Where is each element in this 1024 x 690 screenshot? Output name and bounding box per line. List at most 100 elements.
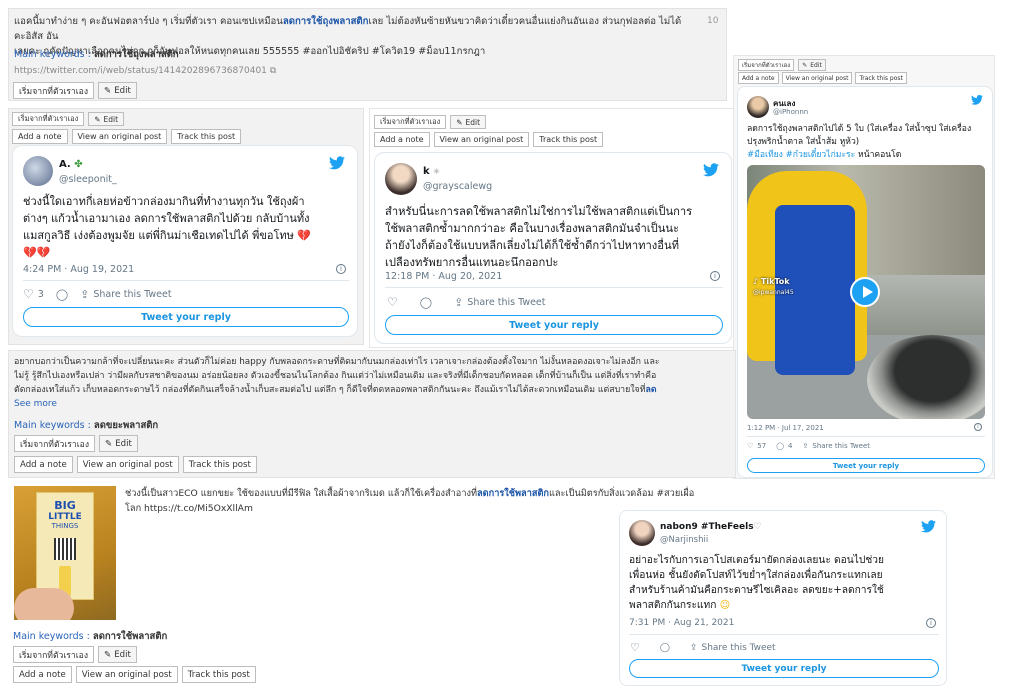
post-url-text[interactable]: https://twitter.com/i/web/status/1414202… xyxy=(14,66,267,76)
share-label[interactable]: Share this Tweet xyxy=(812,442,870,450)
tweet-username[interactable]: k ✳ xyxy=(423,166,440,177)
share-action[interactable]: ⇪ Share this Tweet xyxy=(454,296,545,309)
product-qr xyxy=(54,538,76,560)
track-post-button[interactable]: Track this post xyxy=(181,666,256,683)
track-post-button[interactable]: Track this post xyxy=(855,72,907,84)
username-text[interactable]: A. xyxy=(59,159,71,170)
view-original-button[interactable]: View an original post xyxy=(433,132,530,147)
track-post-button[interactable]: Track this post xyxy=(171,129,242,144)
track-post-button[interactable]: Track this post xyxy=(182,456,257,473)
username-text[interactable]: k xyxy=(423,166,430,177)
product-text: THINGS xyxy=(51,522,79,530)
tweet-reply-button[interactable]: Tweet your reply xyxy=(747,458,985,473)
info-icon[interactable]: i xyxy=(710,271,720,281)
like-action[interactable]: ♡ xyxy=(387,295,398,309)
username-text[interactable]: nabon9 xyxy=(660,522,698,532)
twitter-bird-icon[interactable] xyxy=(921,520,936,533)
play-icon[interactable] xyxy=(850,277,880,307)
source-button[interactable]: เริ่มจากที่ตัวเราเอง xyxy=(738,59,795,71)
source-button[interactable]: เริ่มจากที่ตัวเราเอง xyxy=(14,435,96,452)
view-original-button[interactable]: View an original post xyxy=(76,456,179,473)
tweet-handle[interactable]: @sleeponit_ xyxy=(59,174,117,185)
like-action[interactable]: ♡ xyxy=(630,641,640,654)
source-button[interactable]: เริ่มจากที่ตัวเราเอง xyxy=(374,115,447,129)
tweet-reply-button[interactable]: Tweet your reply xyxy=(385,315,723,335)
track-post-button[interactable]: Track this post xyxy=(533,132,604,147)
info-icon[interactable]: i xyxy=(926,618,936,628)
share-icon[interactable]: ⇪ xyxy=(803,442,809,450)
edit-button[interactable]: ✎ Edit xyxy=(98,82,137,99)
heart-icon[interactable]: ♡ xyxy=(23,287,34,301)
twitter-bird-icon[interactable] xyxy=(329,156,345,170)
tweet-date[interactable]: 12:18 PM · Aug 20, 2021 xyxy=(385,271,502,282)
add-note-button[interactable]: Add a note xyxy=(374,132,430,147)
tweet-date[interactable]: 4:24 PM · Aug 19, 2021 xyxy=(23,264,134,275)
share-label[interactable]: Share this Tweet xyxy=(702,643,776,653)
tweet-text-line: ใช้พลาสติกซ้ำมากกว่าอะ คือในบางเรื่องพลา… xyxy=(385,222,680,235)
tweet-handle[interactable]: @grayscalewg xyxy=(423,181,492,192)
share-action[interactable]: ⇪ Share this Tweet xyxy=(80,288,171,301)
view-original-button[interactable]: View an original post xyxy=(71,129,168,144)
tweet-username[interactable]: nabon9 #TheFeels♡ xyxy=(660,522,762,532)
comment-action[interactable]: ◯ xyxy=(420,296,432,309)
avatar xyxy=(629,520,655,546)
comment-icon[interactable]: ◯ xyxy=(56,288,68,301)
view-original-button[interactable]: View an original post xyxy=(75,666,178,683)
source-button[interactable]: เริ่มจากที่ตัวเราเอง xyxy=(12,112,85,126)
tweet-handle[interactable]: @Narjinshii xyxy=(660,535,708,545)
heart-icon[interactable]: ♡ xyxy=(387,295,398,309)
post-url[interactable]: https://twitter.com/i/web/status/1414202… xyxy=(14,66,276,76)
heart-icon[interactable]: ♡ xyxy=(630,641,640,654)
share-icon[interactable]: ⇪ xyxy=(454,296,463,309)
info-icon[interactable]: i xyxy=(336,264,346,274)
source-button[interactable]: เริ่มจากที่ตัวเราเอง xyxy=(13,646,95,663)
tweet-reply-button[interactable]: Tweet your reply xyxy=(629,659,939,678)
edit-button[interactable]: ✎ Edit xyxy=(88,112,125,126)
broken-heart-icon: 💔💔 xyxy=(23,246,51,259)
edit-button[interactable]: ✎ Edit xyxy=(450,115,487,129)
comment-action[interactable]: ◯ xyxy=(56,288,68,301)
like-action[interactable]: ♡ 3 xyxy=(23,287,44,301)
edit-button[interactable]: ✎ Edit xyxy=(798,59,826,71)
info-icon[interactable]: i xyxy=(974,423,982,431)
hashtag[interactable]: #มือเทียง xyxy=(747,150,783,160)
product-text: BIG xyxy=(54,499,76,512)
add-note-button[interactable]: Add a note xyxy=(738,72,779,84)
comment-icon[interactable]: ◯ xyxy=(776,442,784,450)
share-icon[interactable]: ⇪ xyxy=(690,643,698,653)
tweet-text: ลดการใช้ถุงพลาสติกไปได้ 5 ใบ (ใส่เครื่อง… xyxy=(747,123,987,162)
post-image[interactable]: BIG LITTLE THINGS xyxy=(14,486,116,620)
share-icon[interactable]: ⇪ xyxy=(80,288,89,301)
share-action[interactable]: ⇪ Share this Tweet xyxy=(803,442,871,450)
tweet-username[interactable]: A. ✤ xyxy=(59,159,83,170)
tweet-text-line: หน้าคอนโด xyxy=(858,150,902,160)
see-more-link[interactable]: See more xyxy=(14,399,57,409)
add-note-button[interactable]: Add a note xyxy=(13,666,72,683)
source-button[interactable]: เริ่มจากที่ตัวเราเอง xyxy=(13,82,95,99)
tweet-date[interactable]: 1:12 PM · Jul 17, 2021 xyxy=(747,424,824,432)
add-note-button[interactable]: Add a note xyxy=(12,129,68,144)
add-note-button[interactable]: Add a note xyxy=(14,456,73,473)
twitter-bird-icon[interactable] xyxy=(971,95,983,105)
hashtag[interactable]: #ก๋วยเตี๋ยวไก่มะระ xyxy=(786,150,856,160)
heart-icon[interactable]: ♡ xyxy=(747,442,753,450)
comment-action[interactable]: ◯ xyxy=(660,643,670,653)
tweet-handle[interactable]: @iPhonnn xyxy=(773,108,808,116)
view-original-button[interactable]: View an original post xyxy=(781,72,853,84)
comment-icon[interactable]: ◯ xyxy=(420,296,432,309)
tweet-date[interactable]: 7:31 PM · Aug 21, 2021 xyxy=(629,618,734,628)
like-action[interactable]: ♡ 57 xyxy=(747,442,766,450)
share-action[interactable]: ⇪ Share this Tweet xyxy=(690,643,776,653)
share-label[interactable]: Share this Tweet xyxy=(467,297,545,308)
edit-button[interactable]: ✎ Edit xyxy=(99,435,138,452)
divider xyxy=(385,287,723,288)
twitter-bird-icon[interactable] xyxy=(703,163,719,177)
edit-button[interactable]: ✎ Edit xyxy=(98,646,137,663)
tweet-video[interactable]: ♪ TikTok @ipwannal45 xyxy=(747,165,985,419)
username-tag: #TheFeels xyxy=(700,522,754,532)
comment-icon[interactable]: ◯ xyxy=(660,643,670,653)
tweet-reply-button[interactable]: Tweet your reply xyxy=(23,307,349,327)
comment-action[interactable]: ◯ 4 xyxy=(776,442,792,450)
share-label[interactable]: Share this Tweet xyxy=(93,289,171,300)
external-link-icon[interactable]: ⧉ xyxy=(270,66,276,76)
